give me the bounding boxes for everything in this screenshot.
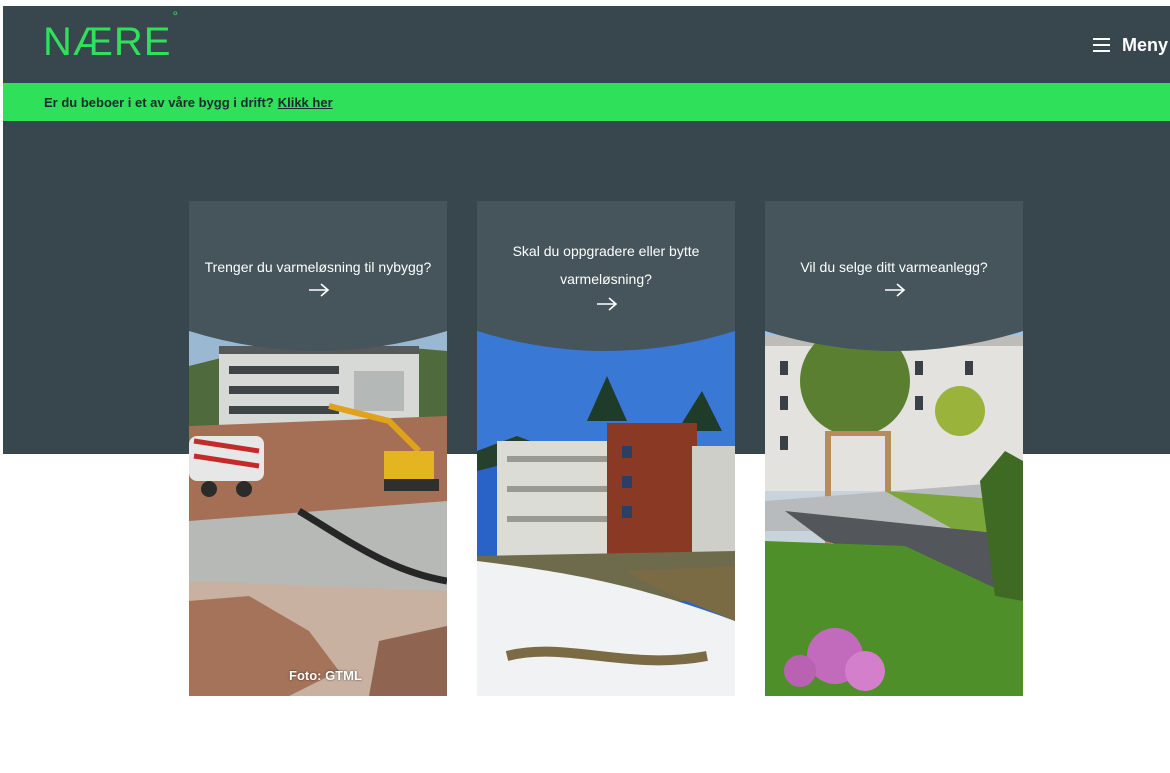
naere-logo[interactable]: NÆRE° — [43, 9, 179, 64]
photo-credit: Foto: GTML — [289, 668, 362, 683]
hamburger-icon — [1092, 38, 1110, 52]
card-header: Trenger du varmeløsning til nybygg? — [189, 201, 447, 361]
banner-text: Er du beboer i et av våre bygg i drift? — [44, 94, 274, 110]
card-upgrade-heating[interactable]: Skal du oppgradere eller bytte varmeløsn… — [477, 201, 735, 696]
menu-button[interactable]: Meny — [1092, 33, 1168, 57]
card-sell-heating[interactable]: Vil du selge ditt varmeanlegg? — [765, 201, 1023, 696]
arrow-right-icon — [309, 283, 330, 297]
arrow-right-icon — [597, 297, 618, 311]
arrow-right-icon — [885, 283, 906, 297]
logo-mark: ° — [172, 7, 180, 24]
logo-text: NÆRE — [43, 20, 172, 64]
resident-banner: Er du beboer i et av våre bygg i drift? … — [3, 83, 1170, 121]
card-new-building[interactable]: Trenger du varmeløsning til nybygg? Foto… — [189, 201, 447, 696]
menu-label: Meny — [1121, 34, 1168, 55]
card-header: Vil du selge ditt varmeanlegg? — [765, 201, 1023, 361]
card-header: Skal du oppgradere eller bytte varmeløsn… — [477, 201, 735, 361]
card-title: Vil du selge ditt varmeanlegg? — [800, 259, 988, 275]
page-left-edge — [0, 0, 3, 773]
card-title: Skal du oppgradere eller bytte varmeløsn… — [512, 243, 700, 287]
site-header: NÆRE° Meny — [3, 6, 1170, 83]
banner-link[interactable]: Klikk her — [278, 95, 333, 110]
card-title: Trenger du varmeløsning til nybygg? — [204, 259, 432, 275]
